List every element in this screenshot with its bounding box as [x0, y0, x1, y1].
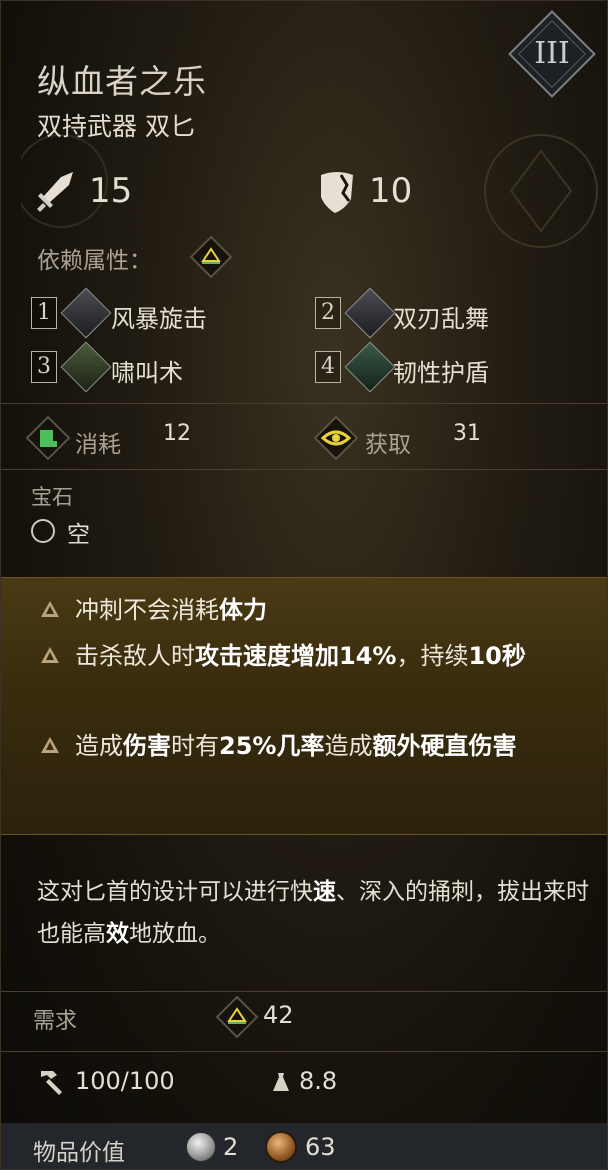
divider — [1, 403, 607, 404]
attribute-label: 依赖属性： — [37, 248, 152, 274]
item-name: 纵血者之乐 — [37, 62, 207, 101]
effect-1: 冲刺不会消耗体力 — [75, 596, 267, 624]
silver-coin-icon — [185, 1131, 217, 1163]
attribute-diamond-icon — [215, 995, 259, 1039]
sword-icon — [37, 172, 73, 212]
item-description: 这对匕首的设计可以进行快速、深入的捅刺，拔出来时也能高效地放血。 — [37, 879, 589, 947]
skill-3-name[interactable]: 啸叫术 — [111, 353, 183, 388]
effect-bullet-icon — [41, 737, 59, 753]
attack-value: 15 — [89, 171, 133, 211]
effect-bullet-icon — [41, 601, 59, 617]
cost-label: 消耗 — [75, 432, 121, 458]
skill-2-name[interactable]: 双刃乱舞 — [393, 299, 489, 334]
skill-3-number: 3 — [31, 351, 57, 383]
hammer-icon — [41, 1071, 62, 1095]
value-label: 物品价值 — [33, 1140, 125, 1166]
item-tooltip: 纵血者之乐 双持武器 双匕 III 15 10 依赖属性： 1 风暴旋击 2 双… — [0, 0, 608, 1170]
background-ornament — [484, 134, 598, 248]
weight-icon — [273, 1073, 289, 1091]
skill-2-icon[interactable] — [344, 287, 396, 339]
gain-label: 获取 — [365, 432, 411, 458]
tier-badge: III — [534, 36, 570, 71]
skill-1-name[interactable]: 风暴旋击 — [111, 299, 207, 334]
gem-slot-icon[interactable] — [31, 519, 55, 543]
gem-label: 宝石 — [31, 485, 73, 509]
skill-1-icon[interactable] — [60, 287, 112, 339]
divider — [1, 1051, 607, 1052]
item-type: 双持武器 双匕 — [37, 112, 195, 141]
skill-4-icon[interactable] — [344, 341, 396, 393]
gem-value: 空 — [67, 522, 90, 548]
requirement-value: 42 — [263, 1001, 294, 1029]
effect-bullet-icon — [41, 647, 59, 663]
skill-4-number: 4 — [315, 351, 341, 383]
skill-1-number: 1 — [31, 297, 57, 329]
effect-2: 击杀敌人时攻击速度增加14%，持续10秒 — [75, 642, 526, 670]
copper-value: 63 — [305, 1133, 336, 1161]
stamina-cost-icon — [25, 415, 71, 461]
skill-3-icon[interactable] — [60, 341, 112, 393]
divider — [1, 991, 607, 992]
silver-value: 2 — [223, 1133, 239, 1161]
gain-value: 31 — [453, 421, 481, 446]
copper-coin-icon — [265, 1131, 297, 1163]
durability-value: 100/100 — [75, 1067, 175, 1095]
divider — [1, 469, 607, 470]
cost-value: 12 — [163, 421, 191, 446]
weight-value: 8.8 — [299, 1067, 338, 1095]
effect-3: 造成伤害时有25%几率造成额外硬直伤害 — [75, 732, 517, 760]
skill-2-number: 2 — [315, 297, 341, 329]
eye-gain-icon — [313, 415, 359, 461]
shield-icon — [321, 172, 353, 213]
skill-4-name[interactable]: 韧性护盾 — [393, 353, 489, 388]
requirement-label: 需求 — [33, 1009, 78, 1034]
block-value: 10 — [369, 171, 413, 211]
attribute-diamond-icon[interactable] — [189, 235, 233, 279]
